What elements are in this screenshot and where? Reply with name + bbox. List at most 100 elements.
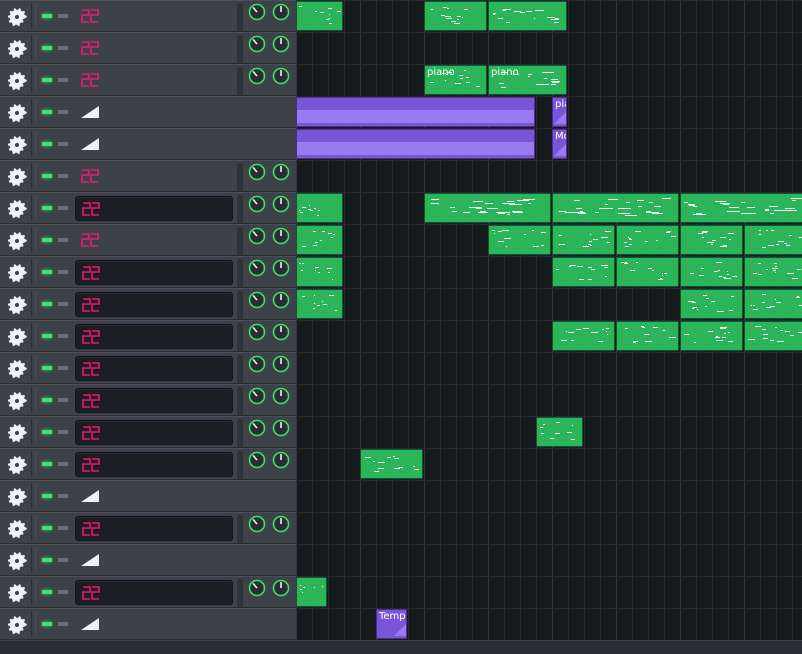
gear-icon[interactable] <box>6 102 28 124</box>
pattern-clip[interactable] <box>744 225 802 255</box>
track-name-button[interactable] <box>75 420 233 445</box>
track-row[interactable] <box>0 512 296 544</box>
pan-knob[interactable] <box>270 419 292 449</box>
pan-knob[interactable] <box>270 67 292 97</box>
track-name-button[interactable] <box>75 260 233 285</box>
track-row[interactable] <box>0 288 296 320</box>
solo-button[interactable] <box>58 526 68 530</box>
drag-handle[interactable] <box>31 163 36 189</box>
solo-button[interactable] <box>58 590 68 594</box>
track-name-button[interactable] <box>75 356 233 381</box>
mute-button[interactable] <box>42 46 52 50</box>
gear-icon[interactable] <box>6 390 28 412</box>
pattern-clip[interactable] <box>552 225 615 255</box>
solo-button[interactable] <box>58 174 68 178</box>
pattern-clip[interactable] <box>552 193 679 223</box>
track-row[interactable] <box>0 160 296 192</box>
track-row[interactable] <box>0 576 296 608</box>
track-name-button[interactable] <box>75 100 233 125</box>
track-name-button[interactable] <box>75 548 233 573</box>
volume-knob[interactable] <box>246 291 268 321</box>
pattern-clip[interactable]: piano <box>488 65 567 95</box>
drag-handle[interactable] <box>31 547 36 573</box>
pattern-clip[interactable] <box>552 257 615 287</box>
pattern-clip[interactable] <box>296 1 343 31</box>
mute-button[interactable] <box>42 110 52 114</box>
gear-icon[interactable] <box>6 198 28 220</box>
drag-handle[interactable] <box>31 611 36 637</box>
mute-button[interactable] <box>42 174 52 178</box>
drag-handle[interactable] <box>31 579 36 605</box>
track-row[interactable] <box>0 0 296 32</box>
gear-icon[interactable] <box>6 134 28 156</box>
drag-handle[interactable] <box>31 195 36 221</box>
track-name-button[interactable] <box>75 324 233 349</box>
pattern-clip[interactable] <box>424 193 551 223</box>
gear-icon[interactable] <box>6 230 28 252</box>
track-name-button[interactable] <box>75 388 233 413</box>
pan-knob[interactable] <box>270 227 292 257</box>
drag-handle[interactable] <box>31 35 36 61</box>
solo-button[interactable] <box>58 206 68 210</box>
pattern-clip[interactable] <box>616 321 679 351</box>
pan-knob[interactable] <box>270 579 292 609</box>
track-name-button[interactable] <box>75 580 233 605</box>
pattern-clip[interactable] <box>680 225 743 255</box>
pattern-clip[interactable] <box>680 257 743 287</box>
pan-knob[interactable] <box>270 515 292 545</box>
pan-knob[interactable] <box>270 35 292 65</box>
pattern-clip[interactable] <box>616 257 679 287</box>
track-name-button[interactable] <box>75 196 233 221</box>
pattern-clip[interactable] <box>360 449 423 479</box>
track-row[interactable] <box>0 192 296 224</box>
automation-clip[interactable]: Mo <box>552 129 567 159</box>
volume-knob[interactable] <box>246 323 268 353</box>
pan-knob[interactable] <box>270 355 292 385</box>
pattern-clip[interactable] <box>296 257 343 287</box>
drag-handle[interactable] <box>31 3 36 29</box>
mute-button[interactable] <box>42 622 52 626</box>
gear-icon[interactable] <box>6 166 28 188</box>
solo-button[interactable] <box>58 302 68 306</box>
automation-clip[interactable] <box>296 97 535 127</box>
gear-icon[interactable] <box>6 518 28 540</box>
track-name-button[interactable] <box>75 68 233 93</box>
solo-button[interactable] <box>58 622 68 626</box>
pan-knob[interactable] <box>270 195 292 225</box>
track-row[interactable] <box>0 320 296 352</box>
track-row[interactable] <box>0 480 296 512</box>
track-name-button[interactable] <box>75 292 233 317</box>
track-row[interactable] <box>0 416 296 448</box>
horizontal-scrollbar[interactable] <box>0 640 802 654</box>
volume-knob[interactable] <box>246 579 268 609</box>
track-name-button[interactable] <box>75 164 233 189</box>
volume-knob[interactable] <box>246 355 268 385</box>
volume-knob[interactable] <box>246 227 268 257</box>
mute-button[interactable] <box>42 398 52 402</box>
pattern-clip[interactable] <box>296 289 343 319</box>
automation-clip[interactable]: pia <box>552 97 567 127</box>
automation-clip[interactable] <box>296 129 535 159</box>
gear-icon[interactable] <box>6 326 28 348</box>
mute-button[interactable] <box>42 270 52 274</box>
pan-knob[interactable] <box>270 323 292 353</box>
drag-handle[interactable] <box>31 67 36 93</box>
volume-knob[interactable] <box>246 35 268 65</box>
drag-handle[interactable] <box>31 451 36 477</box>
solo-button[interactable] <box>58 110 68 114</box>
drag-handle[interactable] <box>31 227 36 253</box>
solo-button[interactable] <box>58 430 68 434</box>
mute-button[interactable] <box>42 14 52 18</box>
volume-knob[interactable] <box>246 3 268 33</box>
track-row[interactable] <box>0 352 296 384</box>
track-row[interactable] <box>0 128 296 160</box>
track-name-button[interactable] <box>75 36 233 61</box>
drag-handle[interactable] <box>31 323 36 349</box>
mute-button[interactable] <box>42 526 52 530</box>
solo-button[interactable] <box>58 78 68 82</box>
solo-button[interactable] <box>58 14 68 18</box>
pan-knob[interactable] <box>270 163 292 193</box>
solo-button[interactable] <box>58 398 68 402</box>
solo-button[interactable] <box>58 558 68 562</box>
drag-handle[interactable] <box>31 515 36 541</box>
